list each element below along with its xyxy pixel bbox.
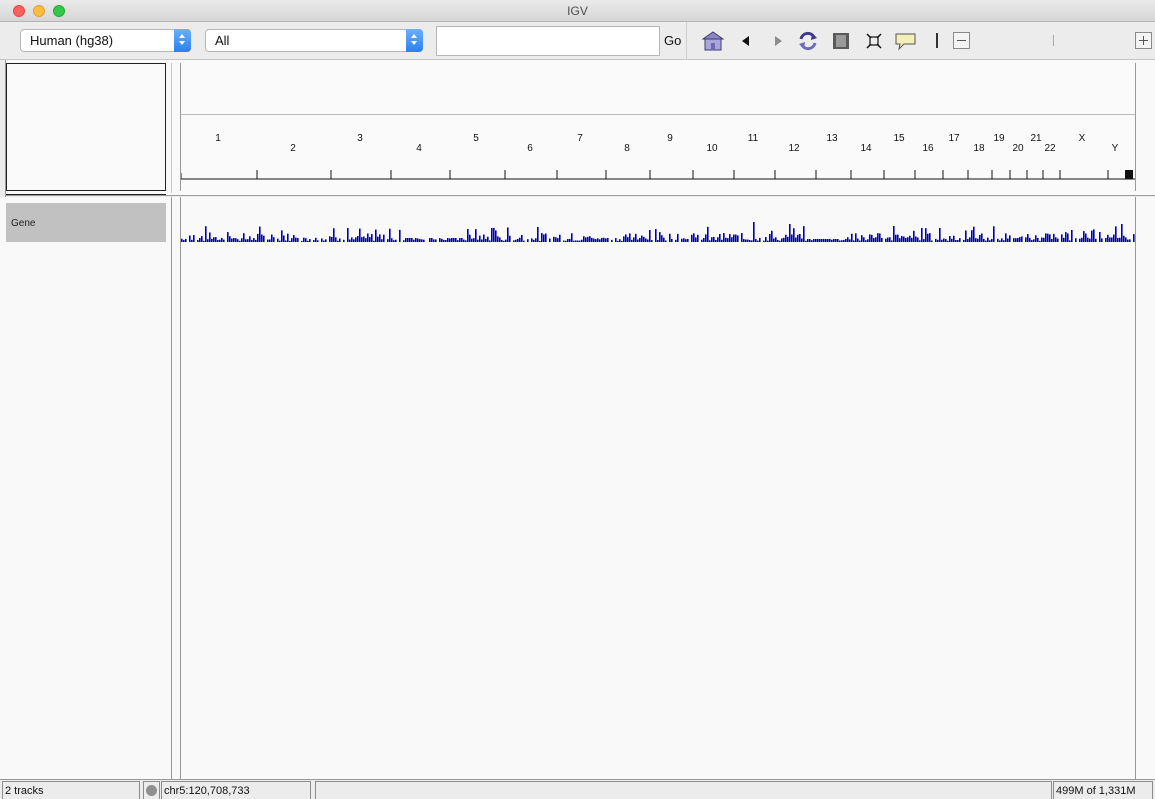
gene-track-name[interactable]: Gene — [6, 203, 166, 242]
resize-to-window-icon[interactable] — [864, 31, 884, 51]
gene-density-track[interactable] — [181, 197, 1135, 247]
status-indicator — [143, 781, 160, 799]
chromosome-label-6[interactable]: 6 — [527, 143, 533, 154]
chromosome-label-15[interactable]: 15 — [893, 133, 905, 144]
chromosome-label-13[interactable]: 13 — [826, 133, 838, 144]
header-panel: 1 3 5 7 9 11 13 15 17 19 21 X 2 4 6 8 10 12 14 16 18 20 22 Y — [0, 60, 1155, 196]
chromosome-label-7[interactable]: 7 — [577, 133, 583, 144]
zoom-in-icon[interactable] — [1135, 32, 1152, 49]
chevron-updown-icon — [174, 29, 191, 52]
chromosome-label-20[interactable]: 20 — [1012, 143, 1024, 154]
back-arrow-icon[interactable] — [737, 31, 757, 51]
chromosome-label-18[interactable]: 18 — [973, 143, 985, 154]
attribute-divider — [171, 63, 172, 193]
data-panel-right-border — [1135, 197, 1136, 779]
chromosome-label-14[interactable]: 14 — [860, 143, 872, 154]
memory-status: 499M of 1,331M — [1053, 781, 1153, 799]
attribute-panel-right-border — [180, 197, 181, 779]
chromosome-label-21[interactable]: 21 — [1030, 133, 1042, 144]
chromosome-label-5[interactable]: 5 — [473, 133, 479, 144]
track-name-panel: Gene — [6, 200, 166, 779]
chromosome-label-4[interactable]: 4 — [416, 143, 422, 154]
refresh-icon[interactable] — [797, 30, 819, 52]
zoom-slider[interactable] — [1053, 35, 1054, 46]
genome-dropdown[interactable]: Human (hg38) — [20, 29, 191, 52]
chromosome-label-11[interactable]: 11 — [748, 133, 759, 144]
chromosome-label-19[interactable]: 19 — [993, 133, 1005, 144]
track-count-status: 2 tracks — [2, 781, 140, 799]
chromosome-ruler-svg[interactable]: 1 3 5 7 9 11 13 15 17 19 21 X2 4 6 8 10 12 14 16 18 20 22 Y — [181, 120, 1135, 192]
ruler-divider-icon — [936, 33, 938, 48]
attribute-panel-left-border — [171, 197, 172, 779]
chromosome-label-12[interactable]: 12 — [788, 143, 800, 154]
cursor-locus-status: chr5:120,708,733 — [161, 781, 311, 799]
status-bar: 2 tracks chr5:120,708,733 499M of 1,331M — [0, 779, 1155, 799]
toolbar-divider — [686, 22, 687, 60]
chromosome-label-10[interactable]: 10 — [706, 143, 718, 154]
chromosome-dropdown-value: All — [215, 33, 230, 48]
name-header-panel — [6, 63, 166, 195]
chromosome-label-y[interactable]: Y — [1112, 143, 1119, 154]
gene-track-label: Gene — [11, 218, 36, 229]
locus-search-input[interactable] — [436, 26, 660, 56]
toolbar: Human (hg38) All Go — [0, 22, 1155, 60]
chromosome-label-22[interactable]: 22 — [1044, 143, 1056, 154]
title-bar: IGV — [0, 0, 1155, 22]
chromosome-dropdown[interactable]: All — [205, 29, 423, 52]
chromosome-label-x[interactable]: X — [1079, 133, 1086, 144]
data-panel: Gene — [0, 197, 1155, 779]
chromosome-label-17[interactable]: 17 — [948, 133, 960, 144]
igv-window: IGV Human (hg38) All Go 1 3 5 7 9 11 13 … — [0, 0, 1155, 799]
chromosome-label-3[interactable]: 3 — [357, 133, 363, 144]
zoom-out-icon[interactable] — [953, 32, 970, 49]
genome-dropdown-value: Human (hg38) — [30, 33, 114, 48]
popup-info-icon[interactable] — [894, 31, 918, 51]
message-status — [315, 781, 1052, 799]
chromosome-label-2[interactable]: 2 — [290, 143, 296, 154]
region-of-interest-icon[interactable] — [831, 31, 851, 51]
chromosome-label-9[interactable]: 9 — [667, 133, 673, 144]
chevron-updown-icon — [406, 29, 423, 52]
home-icon[interactable] — [702, 31, 724, 51]
window-title: IGV — [567, 4, 588, 18]
go-button[interactable]: Go — [664, 33, 681, 48]
forward-arrow-icon[interactable] — [769, 31, 789, 51]
ruler-end-marker — [1125, 170, 1133, 179]
status-indicator-icon — [146, 785, 157, 796]
chromosome-label-1[interactable]: 1 — [215, 133, 221, 144]
chromosome-label-16[interactable]: 16 — [922, 143, 934, 154]
chromosome-label-8[interactable]: 8 — [624, 143, 630, 154]
